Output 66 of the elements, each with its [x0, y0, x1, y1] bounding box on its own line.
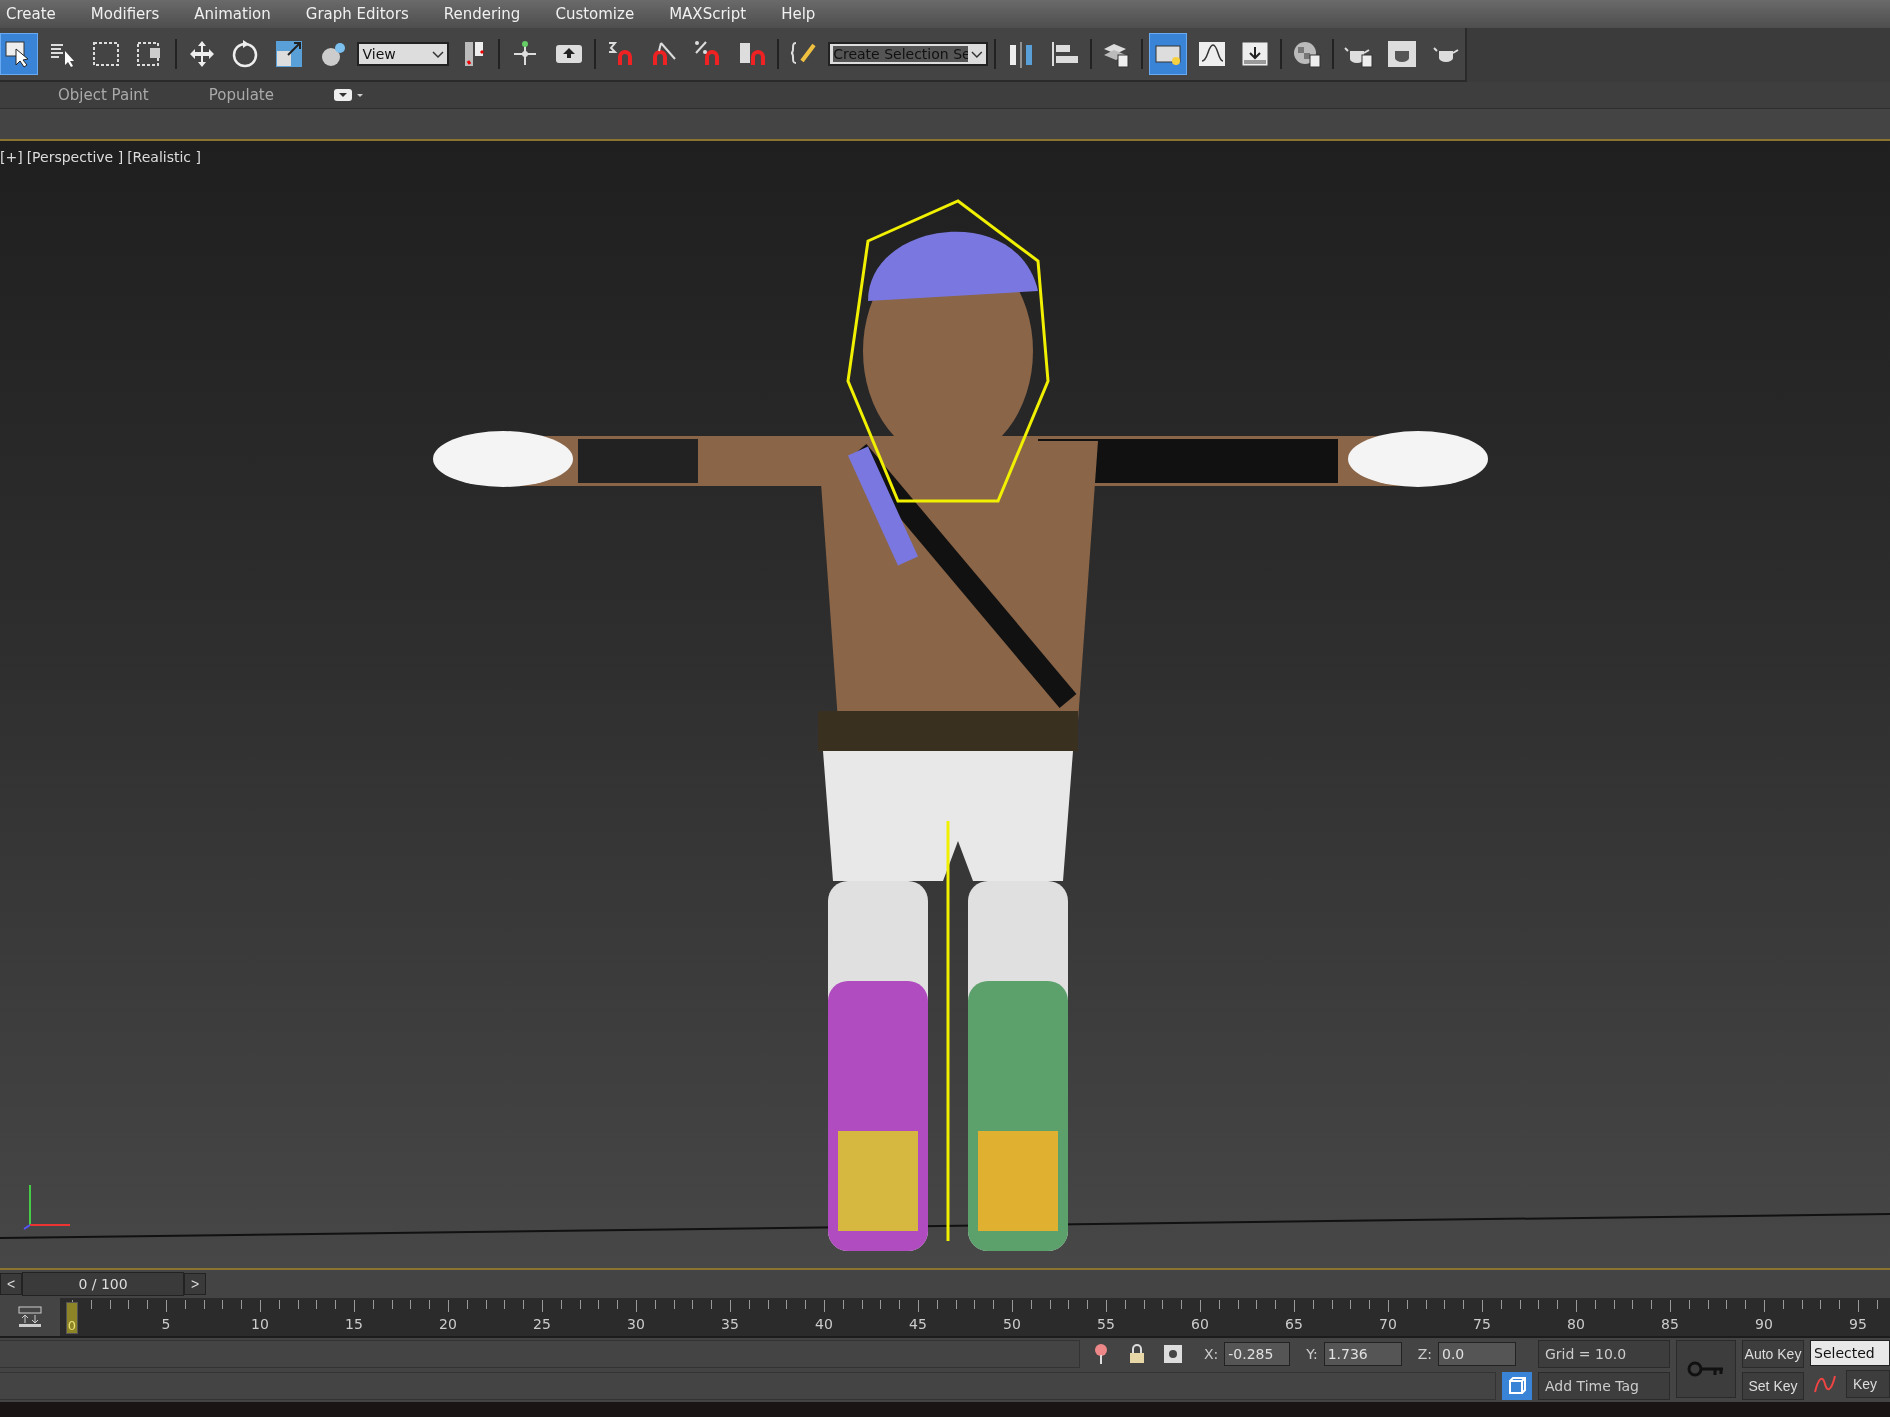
lock-icon [1128, 1344, 1145, 1364]
set-key-button[interactable]: Set Key [1742, 1372, 1804, 1400]
coordinate-field[interactable]: -0.285 [1224, 1342, 1291, 1366]
menu-item[interactable]: Graph Editors [303, 5, 426, 23]
next-frame-button[interactable]: > [184, 1273, 206, 1295]
frame-number: 85 [1661, 1316, 1679, 1332]
select-object-button[interactable] [0, 33, 38, 75]
frame-number: 15 [345, 1316, 363, 1332]
frame-number: 75 [1473, 1316, 1491, 1332]
teapot-icon [1387, 39, 1418, 69]
frame-number: 45 [909, 1316, 927, 1332]
ribbon-tab[interactable]: Object Paint [58, 86, 149, 104]
frame-number: 5 [161, 1316, 171, 1332]
toolbar-dropdown[interactable]: View [357, 42, 449, 66]
frame-number: 20 [439, 1316, 457, 1332]
frame-number: 55 [1097, 1316, 1115, 1332]
frame-number: 30 [627, 1316, 645, 1332]
axis-label: Z: [1417, 1346, 1432, 1362]
frame-number: 60 [1191, 1316, 1209, 1332]
checker-sphere-icon [1292, 39, 1323, 69]
frame-number: 10 [251, 1316, 269, 1332]
menu-item[interactable]: Animation [192, 5, 288, 23]
coordinate-field[interactable]: 1.736 [1323, 1342, 1402, 1366]
scene-explorer-button[interactable] [1149, 33, 1187, 75]
curve-icon [1813, 1374, 1837, 1394]
viewport-label[interactable]: [Perspective ] [26, 149, 124, 165]
frame-number: 35 [721, 1316, 739, 1332]
auto-key-button[interactable]: Auto Key [1742, 1340, 1804, 1368]
pin-icon [1093, 1343, 1108, 1365]
cube-icon [1507, 1376, 1527, 1396]
add-time-tag-field[interactable]: Add Time Tag [1538, 1372, 1670, 1400]
frame-number: 90 [1755, 1316, 1773, 1332]
frame-number: 25 [533, 1316, 551, 1332]
frame-number: 40 [815, 1316, 833, 1332]
menu-item[interactable]: Help [779, 5, 833, 23]
align-icon [1049, 39, 1080, 69]
viewport-label[interactable]: [Realistic ] [127, 149, 201, 165]
perspective-viewport[interactable]: [+] [Perspective ] [Realistic ] [0, 141, 1890, 1270]
frame-number: 95 [1849, 1316, 1867, 1332]
menu-item[interactable]: Rendering [441, 5, 538, 23]
frame-number: 70 [1379, 1316, 1397, 1332]
menu-item[interactable]: Create [4, 5, 73, 23]
frame-number: 80 [1567, 1316, 1585, 1332]
ribbon-menu-button[interactable] [333, 89, 364, 101]
time-slider-thumb[interactable]: 0 / 100 [22, 1272, 184, 1296]
curve-icon [1196, 39, 1227, 69]
viewport-label[interactable]: [+] [0, 149, 23, 165]
dashed-rectangle-icon [91, 39, 122, 69]
axis-label: Y: [1306, 1346, 1318, 1362]
menu-item[interactable]: Modifiers [88, 5, 177, 23]
previous-frame-button[interactable]: < [0, 1273, 22, 1295]
key-icon [1687, 1360, 1725, 1378]
coordinate-field[interactable]: 0.0 [1438, 1342, 1516, 1366]
viewport-mode-button[interactable] [1502, 1372, 1532, 1400]
frame-number: 65 [1285, 1316, 1303, 1332]
menu-item[interactable]: Customize [553, 5, 652, 23]
scale-box-icon [273, 39, 304, 69]
menu-item[interactable]: MAXScript [667, 5, 764, 23]
frame-number: 50 [1003, 1316, 1021, 1332]
key-filter-dropdown[interactable]: Selected [1810, 1340, 1890, 1366]
grid-size-readout: Grid = 10.0 [1538, 1340, 1670, 1368]
axis-label: X: [1203, 1346, 1219, 1362]
key-filters-button[interactable]: Key [1846, 1370, 1890, 1398]
ribbon-tab[interactable]: Populate [208, 86, 274, 104]
schematic-icon [1240, 39, 1271, 69]
track-bar-icon[interactable] [17, 1305, 43, 1329]
